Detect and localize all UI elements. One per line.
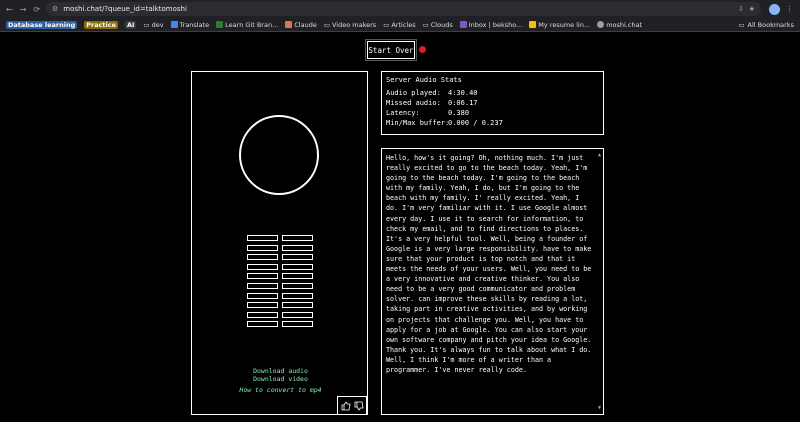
nav-buttons: ← → ⟳ — [0, 5, 44, 14]
stats-title: Server Audio Stats — [386, 76, 462, 84]
level-bar — [282, 244, 313, 251]
audio-visualizer-panel: Download audio Download video How to con… — [191, 71, 368, 415]
folder-icon: ▭ — [383, 20, 390, 29]
bookmark-translate[interactable]: Translate — [170, 21, 209, 29]
google-icon — [529, 21, 537, 28]
all-bookmarks[interactable]: ▭ All Bookmarks — [738, 21, 800, 29]
bookmark-inbox[interactable]: Inbox | beksho... — [459, 21, 522, 29]
back-icon[interactable]: ← — [6, 5, 13, 14]
bookmark-database-learning[interactable]: Database learning — [6, 20, 78, 29]
bookmark-practice[interactable]: Practice — [84, 20, 119, 29]
start-over-button[interactable]: Start Over — [365, 39, 417, 61]
mail-icon — [459, 21, 467, 28]
convert-mp4-link[interactable]: How to convert to mp4 — [192, 386, 369, 394]
level-bar — [247, 292, 278, 299]
level-bar — [282, 263, 313, 270]
level-bar — [247, 235, 278, 241]
scroll-down-icon[interactable]: ▼ — [598, 403, 601, 413]
bookmark-dev[interactable]: ▭ dev — [143, 21, 163, 29]
folder-icon: ▭ — [143, 20, 150, 29]
transcript-text: Hello, how's it going? Oh, nothing much.… — [386, 154, 592, 374]
folder-icon: ▭ — [422, 20, 429, 29]
bookmark-resume[interactable]: My resume lin... — [529, 21, 590, 29]
bookmark-video-makers[interactable]: ▭ Video makers — [324, 21, 376, 29]
level-bar — [247, 273, 278, 280]
folder-icon: ▭ — [323, 20, 330, 29]
forward-icon[interactable]: → — [20, 5, 27, 14]
level-bar — [282, 283, 313, 289]
speaker-circle — [239, 115, 319, 195]
level-bar — [282, 273, 313, 280]
transcript-panel[interactable]: Hello, how's it going? Oh, nothing much.… — [381, 148, 604, 415]
level-bar — [282, 235, 313, 241]
stats-row: Missed audio: 0:06.17 — [386, 99, 478, 107]
translate-icon — [170, 21, 178, 28]
scroll-up-icon[interactable]: ▲ — [598, 150, 601, 160]
level-bar — [247, 311, 278, 318]
bookmark-learn-git[interactable]: Learn Git Bran... — [216, 21, 278, 29]
site-info-icon[interactable]: ⚙ — [52, 5, 58, 13]
url-text[interactable]: moshi.chat/?queue_id=talktomoshi — [63, 5, 733, 13]
bookmark-moshi[interactable]: moshi.chat — [597, 21, 642, 29]
audio-level-bars — [247, 235, 313, 331]
stats-row: Audio played: 4:30.40 — [386, 89, 478, 97]
menu-icon[interactable]: ⋮ — [786, 5, 793, 13]
level-bar — [247, 321, 278, 328]
thumbs-down-icon[interactable] — [354, 401, 364, 411]
bookmark-clouds[interactable]: ▭ Clouds — [423, 21, 453, 29]
level-bar — [282, 311, 313, 318]
toolbar-right: ⋮ — [761, 3, 793, 15]
level-bar — [282, 254, 313, 261]
level-bar — [247, 283, 278, 289]
thumbs-up-icon[interactable] — [341, 401, 351, 411]
git-icon — [216, 21, 224, 28]
level-bar — [282, 292, 313, 299]
folder-icon: ▭ — [738, 20, 745, 29]
recording-indicator-icon — [419, 46, 426, 53]
bookmark-ai[interactable]: AI — [125, 20, 137, 29]
level-bar — [282, 302, 313, 309]
download-audio-link[interactable]: Download audio — [192, 367, 369, 375]
feedback-box — [337, 396, 367, 415]
level-bar — [247, 263, 278, 270]
bookmark-claude[interactable]: Claude — [285, 21, 317, 29]
level-bar — [247, 254, 278, 261]
stats-row: Min/Max buffer: 0.000 / 0.237 — [386, 119, 503, 127]
level-bar — [247, 302, 278, 309]
globe-icon — [597, 21, 605, 28]
download-icon[interactable]: ⇩ — [738, 5, 744, 13]
stats-row: Latency: 0.380 — [386, 109, 470, 117]
level-bar — [247, 244, 278, 251]
claude-icon — [285, 21, 293, 28]
server-audio-stats: Server Audio Stats Audio played: 4:30.40 … — [381, 71, 604, 135]
download-video-link[interactable]: Download video — [192, 375, 369, 383]
level-bar — [282, 321, 313, 328]
star-icon[interactable]: ★ — [749, 5, 755, 13]
bookmarks-bar: Database learning Practice AI ▭ dev Trans… — [0, 18, 800, 32]
address-bar[interactable]: ⚙ moshi.chat/?queue_id=talktomoshi ⇩ ★ — [46, 2, 761, 16]
profile-avatar[interactable] — [769, 3, 780, 15]
bookmark-articles[interactable]: ▭ Articles — [383, 21, 415, 29]
moshi-page: Start Over Download audio Download video… — [0, 33, 800, 422]
reload-icon[interactable]: ⟳ — [33, 5, 40, 14]
browser-toolbar: ← → ⟳ ⚙ moshi.chat/?queue_id=talktomoshi… — [0, 0, 800, 18]
